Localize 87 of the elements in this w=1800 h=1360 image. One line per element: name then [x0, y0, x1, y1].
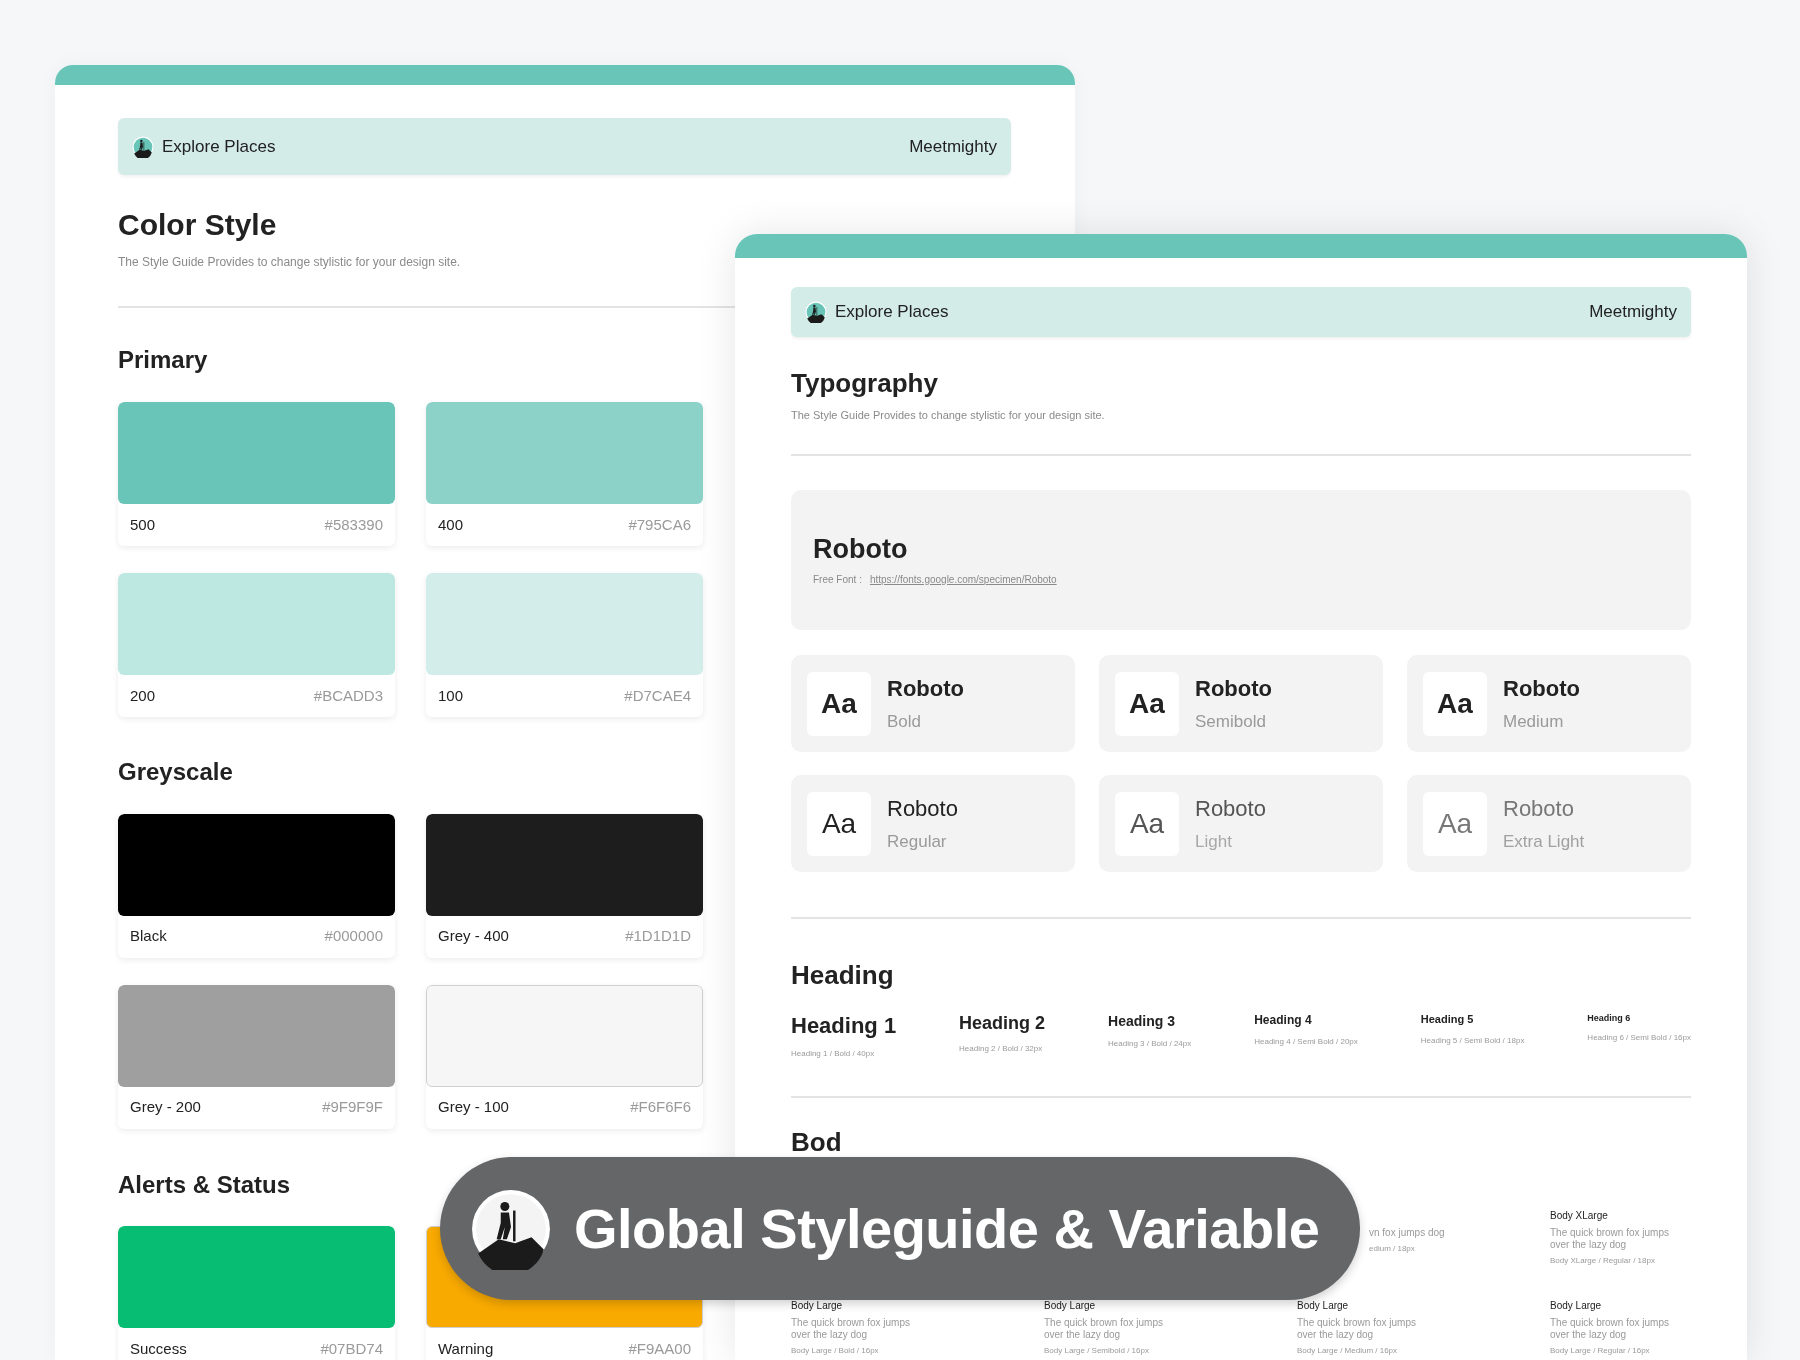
section-title: Bod — [791, 1126, 843, 1158]
heading-sample: Heading 2 — [959, 1013, 1046, 1035]
font-weight-label: Regular — [887, 831, 948, 854]
heading-sample: Heading 5 — [1420, 1013, 1475, 1027]
body-sample-text: The quick brown fox jumps over the lazy dog — [1550, 1316, 1670, 1341]
heading-sample: Heading 3 — [1108, 1013, 1176, 1031]
body-style-name: Body Large — [1550, 1299, 1603, 1312]
hex-code: #795CA6 — [628, 514, 691, 535]
section-title: Alerts & Status — [118, 1170, 292, 1200]
heading-sample: Heading 4 — [1254, 1013, 1313, 1028]
hex-code: #000000 — [324, 926, 383, 947]
swatch-label: Warning — [438, 1339, 494, 1360]
hiker-logo-icon — [805, 301, 827, 323]
body-style-name: Body Large — [1297, 1299, 1350, 1312]
heading-spec: Heading 1 / Bold / 40px — [791, 1047, 876, 1060]
body-style-name: Body XLarge — [1550, 1209, 1609, 1222]
page-title: Color Style — [118, 207, 278, 243]
font-sample: Aa — [1115, 791, 1179, 856]
font-name: Roboto — [887, 675, 964, 704]
body-sample-text: The quick brown fox jumps over the lazy dog — [1550, 1226, 1670, 1251]
page-subtitle: The Style Guide Provides to change stylistic for your design site. — [118, 255, 462, 269]
body-style-name: Body Large — [1044, 1299, 1097, 1312]
hex-code: #9F9F9F — [322, 1097, 383, 1118]
swatch-label: 400 — [438, 514, 464, 535]
body-sample-text: The quick brown fox jumps over the lazy dog — [1297, 1316, 1417, 1341]
font-sample: Aa — [1115, 671, 1179, 736]
swatch-label: Success — [130, 1339, 187, 1360]
body-sample-text: The quick brown fox jumps over the lazy dog — [791, 1316, 911, 1341]
heading-spec: Heading 6 / Semi Bold / 16px — [1587, 1032, 1691, 1045]
banner-title: Global Styleguide & Variable — [574, 1195, 1320, 1262]
body-spec: Body XLarge / Regular / 18px — [1550, 1255, 1656, 1266]
app-title: Explore Places — [162, 135, 276, 158]
font-sample: Aa — [807, 671, 871, 736]
heading-spec: Heading 4 / Semi Bold / 20px — [1254, 1035, 1358, 1048]
font-weight-label: Medium — [1503, 711, 1565, 734]
font-sample: Aa — [1423, 791, 1487, 856]
swatch-label: Grey - 400 — [438, 926, 509, 947]
section-title: Primary — [118, 346, 209, 375]
hex-code: #D7CAE4 — [624, 685, 691, 706]
swatch-label: Grey - 100 — [438, 1097, 509, 1118]
hex-code: #F6F6F6 — [630, 1097, 691, 1118]
page-subtitle: The Style Guide Provides to change stylistic for your design site. — [791, 408, 1106, 423]
font-name: Roboto — [813, 533, 909, 566]
font-name: Roboto — [1503, 675, 1580, 704]
swatch-label: 200 — [130, 685, 156, 706]
body-spec: Body Large / Medium / 16px — [1297, 1345, 1399, 1356]
hex-code: #BCADD3 — [313, 685, 383, 706]
body-style-name: Body Large — [791, 1299, 844, 1312]
font-weight-label: Extra Light — [1503, 831, 1585, 854]
section-title: Heading — [791, 960, 895, 992]
app-title: Explore Places — [835, 301, 949, 324]
hiker-logo-icon — [470, 1187, 552, 1270]
hex-code: #1D1D1D — [625, 926, 691, 947]
swatch-label: 500 — [130, 514, 156, 535]
body-sample-text: The quick brown fox jumps over the lazy dog — [1044, 1316, 1164, 1341]
font-name: Roboto — [1195, 675, 1272, 704]
font-sample: Aa — [1423, 671, 1487, 736]
body-sample-text: vn fox jumps dog — [1369, 1226, 1446, 1239]
font-weight-label: Bold — [887, 711, 923, 734]
section-title: Greyscale — [118, 757, 234, 787]
heading-spec: Heading 2 / Bold / 32px — [959, 1042, 1044, 1055]
heading-sample: Heading 1 — [791, 1013, 897, 1040]
page-title: Typography — [791, 368, 939, 400]
font-link[interactable]: https://fonts.google.com/specimen/Roboto — [869, 571, 1057, 587]
hex-code: #F9AA00 — [628, 1339, 691, 1360]
font-weight-label: Light — [1195, 831, 1233, 854]
body-spec: Body Large / Semibold / 16px — [1044, 1345, 1150, 1356]
body-spec: Body Large / Bold / 16px — [791, 1345, 880, 1356]
font-name: Roboto — [1195, 795, 1266, 824]
font-sample: Aa — [807, 791, 871, 856]
body-spec: Body Large / Regular / 16px — [1550, 1345, 1651, 1356]
heading-sample: Heading 6 — [1587, 1013, 1632, 1025]
brand-name: Meetmighty — [909, 135, 997, 158]
swatch-label: Black — [130, 926, 167, 947]
hex-code: #07BD74 — [320, 1339, 383, 1360]
font-name: Roboto — [1503, 795, 1575, 824]
hex-code: #583390 — [324, 514, 383, 535]
swatch-label: Grey - 200 — [130, 1097, 201, 1118]
font-weight-label: Semibold — [1195, 711, 1267, 734]
hiker-logo-icon — [132, 135, 154, 158]
heading-spec: Heading 5 / Semi Bold / 18px — [1420, 1034, 1525, 1047]
swatch-label: 100 — [438, 685, 464, 706]
heading-spec: Heading 3 / Bold / 24px — [1108, 1038, 1192, 1051]
font-name: Roboto — [887, 795, 958, 824]
font-label: Free Font : — [813, 572, 862, 587]
body-spec: edium / 18px — [1369, 1243, 1416, 1254]
brand-name: Meetmighty — [1589, 301, 1677, 324]
